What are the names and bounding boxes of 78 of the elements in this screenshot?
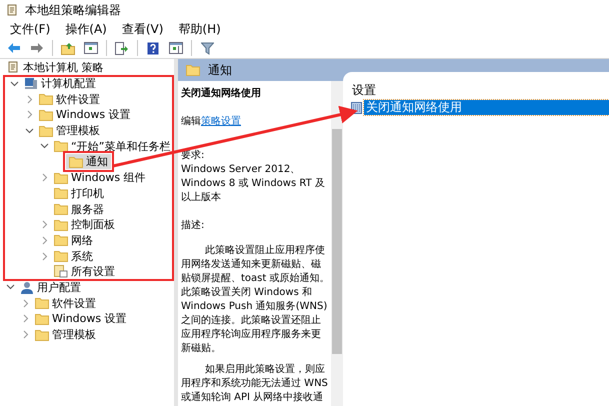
- chevron-down-icon[interactable]: [10, 80, 19, 87]
- scrollbar[interactable]: [331, 81, 343, 406]
- tree-item[interactable]: 软件设置: [32, 296, 99, 311]
- folder-icon: [54, 250, 68, 262]
- tree-item[interactable]: 系统: [51, 248, 96, 264]
- folder-icon: [39, 124, 53, 137]
- chevron-down-icon[interactable]: [6, 284, 15, 290]
- tree-item[interactable]: 管理模板: [36, 123, 103, 138]
- tree-item[interactable]: 软件设置: [36, 92, 103, 107]
- tree-item[interactable]: 用户配置: [17, 280, 84, 295]
- window-title: 本地组策略编辑器: [25, 2, 121, 18]
- chevron-right-icon[interactable]: [42, 173, 48, 182]
- column-header[interactable]: 设置: [343, 82, 609, 98]
- settings-list-icon: [54, 265, 68, 278]
- tree-item[interactable]: 通知: [66, 154, 111, 170]
- chevron-down-icon[interactable]: [25, 128, 34, 134]
- export-list-icon: [115, 42, 129, 54]
- toolbar-button[interactable]: [81, 39, 101, 57]
- description-paragraph: 如果启用此策略设置，则应用程序和系统功能无法通过 WNS 或通知轮询 API 从网络中接收通: [181, 363, 329, 405]
- policy-title: 关闭通知网络使用: [181, 87, 262, 101]
- tree-item[interactable]: 本地计算机 策略: [4, 60, 106, 76]
- chevron-right-icon[interactable]: [22, 314, 28, 324]
- chevron-right-icon[interactable]: [22, 330, 28, 340]
- folder-icon: [54, 172, 68, 184]
- folder-icon: [54, 234, 68, 246]
- folder-up-icon: [61, 42, 75, 54]
- folder-icon: [54, 203, 68, 216]
- folder-icon: [54, 218, 68, 231]
- tree-item[interactable]: 控制面板: [51, 217, 118, 232]
- forward-arrow-icon: [30, 42, 44, 54]
- chevron-right-icon[interactable]: [26, 110, 32, 120]
- menu-item[interactable]: 查看(V): [116, 20, 172, 38]
- computer-icon: [24, 77, 38, 90]
- filter-icon: [200, 42, 214, 54]
- menu-item[interactable]: 帮助(H): [172, 20, 230, 38]
- tree-item[interactable]: 计算机配置: [21, 76, 99, 92]
- back-arrow-icon: [7, 42, 21, 54]
- tree-item[interactable]: Windows 设置: [36, 107, 134, 122]
- description-label: 描述:: [181, 219, 206, 233]
- description-paragraph: 此策略设置阻止应用程序使用网络发送通知来更新磁贴、磁贴锁屏提醒、toast 或原始通知。此策略设置关闭 Windows 和 Windows Push 通知服务(WNS)之间的连接。此策略设置还阻止应用程序轮询应用程序服务来更新磁贴。: [181, 244, 330, 356]
- chevron-right-icon[interactable]: [22, 298, 28, 308]
- tree-item[interactable]: Windows 设置: [32, 311, 130, 326]
- tree-item[interactable]: 管理模板: [32, 327, 99, 342]
- scroll-icon: [6, 4, 19, 16]
- tree-item[interactable]: 网络: [51, 232, 96, 248]
- policy-settings-link[interactable]: 策略设置: [201, 116, 241, 127]
- folder-icon: [35, 328, 49, 341]
- scroll-icon: [7, 61, 20, 74]
- tree-item[interactable]: 所有设置: [51, 264, 118, 280]
- setting-row[interactable]: 关闭通知网络使用: [364, 100, 609, 115]
- tree-item[interactable]: “开始”菜单和任务栏: [51, 138, 174, 154]
- chevron-right-icon[interactable]: [42, 236, 48, 245]
- menu-item[interactable]: 操作(A): [59, 20, 116, 38]
- folder-icon: [35, 297, 49, 310]
- scrollbar-thumb[interactable]: [332, 129, 342, 354]
- chevron-right-icon[interactable]: [42, 220, 48, 230]
- tree-item[interactable]: 打印机: [51, 186, 107, 201]
- folder-icon: [39, 93, 53, 106]
- header-title: 通知: [208, 62, 232, 78]
- folder-icon: [54, 187, 68, 200]
- chevron-right-icon[interactable]: [26, 94, 32, 104]
- folder-icon: [186, 64, 200, 76]
- toolbar-button[interactable]: [166, 39, 186, 57]
- folder-icon: [69, 156, 83, 168]
- requirements-text: Windows Server 2012、Windows 8 或 Windows RT 及以上版本: [181, 163, 326, 205]
- tree-item[interactable]: 服务器: [51, 202, 107, 217]
- tree-item[interactable]: Windows 组件: [51, 170, 149, 186]
- user-icon: [20, 280, 34, 294]
- action-pane-icon: [169, 42, 183, 54]
- edit-policy-text: 编辑策略设置: [181, 115, 242, 129]
- console-tree-icon: [84, 42, 98, 54]
- chevron-right-icon[interactable]: [42, 252, 48, 261]
- folder-icon: [35, 312, 49, 325]
- help-icon: [147, 42, 159, 54]
- chevron-down-icon[interactable]: [40, 143, 49, 150]
- folder-icon: [54, 140, 68, 152]
- menu-item[interactable]: 文件(F): [4, 20, 60, 38]
- folder-icon: [39, 108, 53, 121]
